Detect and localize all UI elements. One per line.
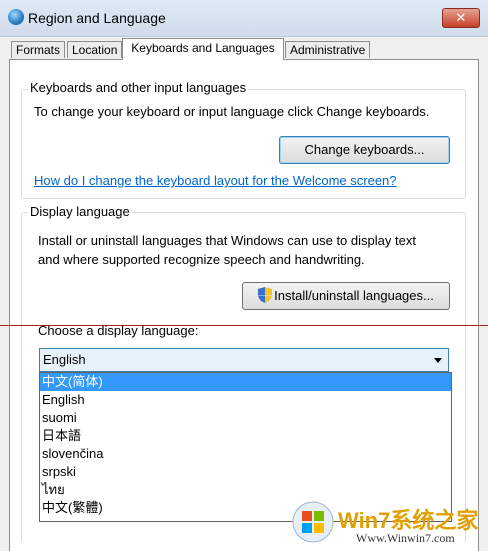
tab-formats[interactable]: Formats [11,41,65,58]
install-button-label: Install/uninstall languages... [274,288,434,303]
keyboards-group-label: Keyboards and other input languages [28,80,249,95]
site-watermark: Win7系统之家 Www.Winwin7.com [286,497,488,551]
install-uninstall-languages-button[interactable]: Install/uninstall languages... [242,282,450,310]
globe-icon [8,9,24,25]
change-keyboards-button[interactable]: Change keyboards... [279,136,450,164]
tab-strip: Formats Location Keyboards and Languages… [0,38,488,60]
language-option[interactable]: slovenčina [40,445,451,463]
display-description-line2: and where supported recognize speech and… [38,252,365,267]
language-option[interactable]: 中文(简体) [40,373,451,391]
windows-logo-icon [292,501,334,543]
language-option[interactable]: suomi [40,409,451,427]
display-language-group-label: Display language [28,204,132,219]
uac-shield-icon [258,287,273,303]
keyboard-layout-help-link[interactable]: How do I change the keyboard layout for … [34,173,397,188]
choose-display-language-label: Choose a display language: [38,323,199,338]
display-language-combobox[interactable]: English [39,348,449,372]
title-bar: Region and Language ✕ [0,0,488,37]
tab-keyboards-and-languages[interactable]: Keyboards and Languages [122,38,284,60]
close-icon: ✕ [455,10,467,25]
window-title: Region and Language [28,10,166,26]
language-option[interactable]: srpski [40,463,451,481]
tab-location[interactable]: Location [67,41,122,58]
language-option[interactable]: English [40,391,451,409]
display-description-line1: Install or uninstall languages that Wind… [38,233,416,248]
keyboards-description: To change your keyboard or input languag… [34,104,430,119]
tab-administrative[interactable]: Administrative [285,41,370,58]
close-button[interactable]: ✕ [442,8,480,28]
watermark-url: Www.Winwin7.com [356,531,455,545]
language-option[interactable]: 日本語 [40,427,451,445]
combobox-value: English [43,352,86,367]
chevron-down-icon[interactable] [434,358,442,363]
